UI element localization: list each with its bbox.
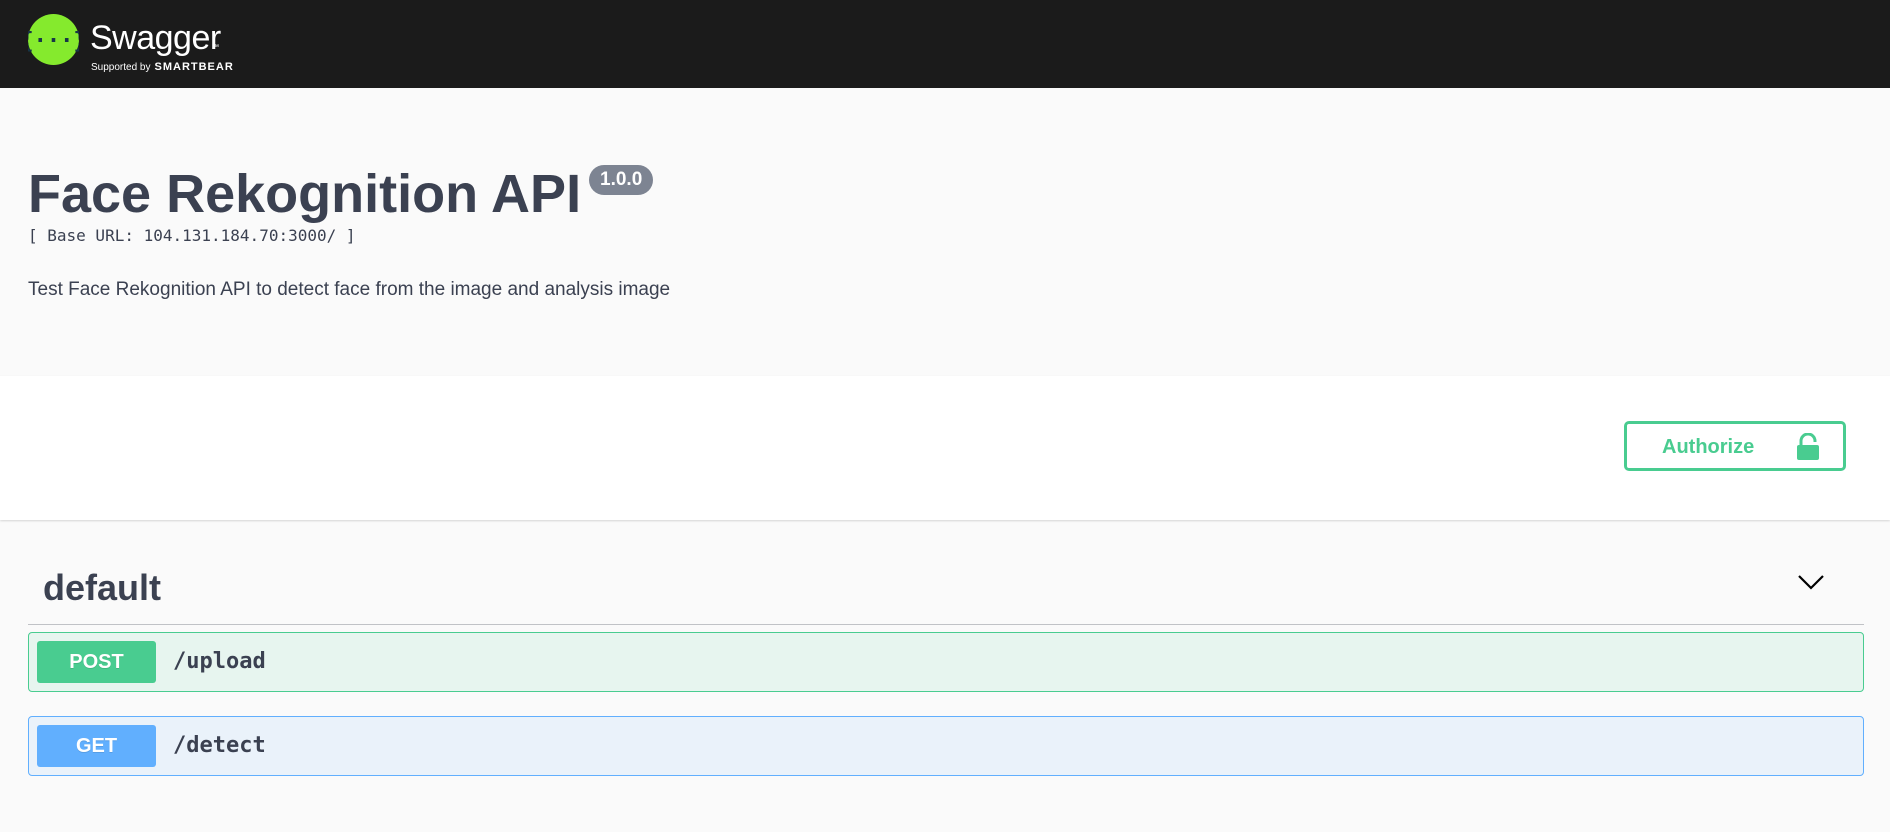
authorize-label: Authorize [1662,436,1755,458]
operation-get-detect[interactable]: GET /detect [28,716,1864,776]
chevron-down-icon[interactable] [1796,572,1826,597]
swagger-logo-icon: {···} [28,14,79,65]
api-description: Test Face Rekognition API to detect face… [28,279,671,300]
lock-icon [1795,432,1821,467]
api-info: Face Rekognition API 1.0.0 [ Base URL: 1… [0,88,1890,376]
api-title: Face Rekognition API [28,164,582,224]
scheme-container: Authorize [0,376,1890,520]
base-url: [ Base URL: 104.131.184.70:3000/ ] [28,226,356,245]
operation-path: /upload [173,649,266,674]
logo-tagline: Supported by SMARTBEAR [91,60,234,74]
operation-path: /detect [173,733,266,758]
tag-section-header[interactable]: default [28,552,1864,625]
supported-by-label: Supported by [91,62,151,73]
version-badge: 1.0.0 [589,165,654,195]
smartbear-label: SMARTBEAR [154,61,234,73]
svg-text:{···}: {···} [28,29,79,54]
authorize-button[interactable]: Authorize [1624,421,1846,471]
tag-name: default [43,567,162,608]
operation-post-upload[interactable]: POST /upload [28,632,1864,692]
method-badge-post: POST [37,641,156,683]
method-badge-get: GET [37,725,156,767]
logo-wordmark: Swagger [90,19,221,57]
logo-trademark: ™ [212,44,219,51]
topbar: {···} Swagger ™ Supported bySMARTBEAR [0,0,1890,88]
